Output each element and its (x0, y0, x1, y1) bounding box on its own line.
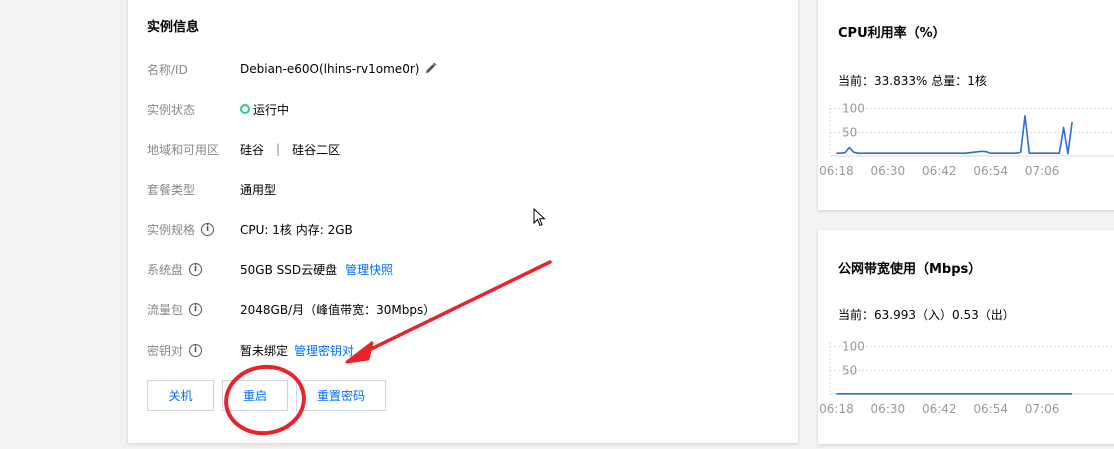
manage-key-pair-link[interactable]: 管理密钥对 (294, 342, 354, 359)
cpu-line-chart: 50 100 06:18 06:30 06:42 06:54 07:06 (819, 102, 1114, 178)
x-tick-label: 06:42 (922, 164, 957, 178)
field-label: 流量包 (147, 302, 184, 317)
y-tick-label: 50 (842, 363, 857, 377)
field-label: 密钥对 (147, 343, 184, 358)
field-label: 地域和可用区 (147, 142, 220, 157)
x-tick-label: 06:18 (819, 402, 854, 416)
status-value: 运行中 (253, 102, 290, 117)
cpu-current-value: 当前：33.833% 总量：1核 (838, 74, 987, 88)
spec-value: CPU: 1核 内存: 2GB (240, 222, 353, 237)
bandwidth-chart-title: 公网带宽使用（Mbps） (838, 262, 982, 277)
info-icon[interactable]: i (201, 222, 215, 236)
panel-title: 实例信息 (147, 20, 200, 35)
y-tick-label: 100 (842, 340, 865, 354)
instance-info-panel: 实例信息 名称/ID Debian-e60O(lhins-rv1ome0r) 实… (128, 0, 798, 443)
system-disk-value: 50GB SSD云硬盘 (240, 262, 338, 277)
bandwidth-current-value: 当前：63.993（入）0.53（出） (838, 308, 1015, 322)
plan-type-value: 通用型 (240, 182, 277, 197)
x-tick-label: 06:30 (871, 164, 906, 178)
cpu-usage-panel: CPU利用率（%） 当前：33.833% 总量：1核 50 100 06:18 06:… (818, 0, 1114, 210)
shutdown-button[interactable]: 关机 (147, 380, 214, 411)
region-value: 硅谷 (240, 142, 265, 157)
x-tick-label: 07:06 (1025, 164, 1060, 178)
info-icon[interactable]: i (189, 302, 203, 316)
series-line (836, 114, 1073, 155)
field-label: 系统盘 (147, 262, 184, 277)
field-label: 名称/ID (147, 62, 188, 77)
restart-button[interactable]: 重启 (222, 380, 288, 411)
x-tick-label: 06:18 (819, 164, 854, 178)
x-tick-label: 06:30 (871, 402, 906, 416)
field-label: 实例状态 (147, 102, 196, 117)
y-tick-label: 50 (842, 125, 857, 139)
region-separator: | (276, 142, 281, 156)
x-tick-label: 06:42 (922, 402, 957, 416)
bandwidth-usage-panel: 公网带宽使用（Mbps） 当前：63.993（入）0.53（出） 50 100 06… (818, 230, 1114, 444)
info-icon[interactable]: i (189, 343, 203, 357)
key-pair-value: 暂未绑定 (240, 343, 289, 358)
instance-name-value: Debian-e60O(lhins-rv1ome0r) (240, 62, 420, 76)
manage-snapshot-link[interactable]: 管理快照 (345, 261, 393, 278)
edit-pencil-icon[interactable] (425, 62, 437, 77)
x-tick-label: 06:54 (973, 164, 1008, 178)
mouse-cursor-icon (533, 208, 546, 227)
x-tick-label: 06:54 (973, 402, 1008, 416)
reset-password-button[interactable]: 重置密码 (296, 380, 386, 411)
traffic-package-value: 2048GB/月（峰值带宽：30Mbps） (240, 302, 436, 317)
info-icon[interactable]: i (189, 262, 203, 276)
x-tick-label: 07:06 (1025, 402, 1060, 416)
cpu-chart-title: CPU利用率（%） (838, 26, 946, 41)
zone-value: 硅谷二区 (292, 142, 341, 157)
running-status-icon (240, 104, 250, 114)
bandwidth-line-chart: 50 100 06:18 06:30 06:42 06:54 07:06 (819, 340, 1114, 416)
field-label: 实例规格 (147, 222, 196, 237)
field-label: 套餐类型 (147, 182, 196, 197)
y-tick-label: 100 (842, 102, 865, 116)
